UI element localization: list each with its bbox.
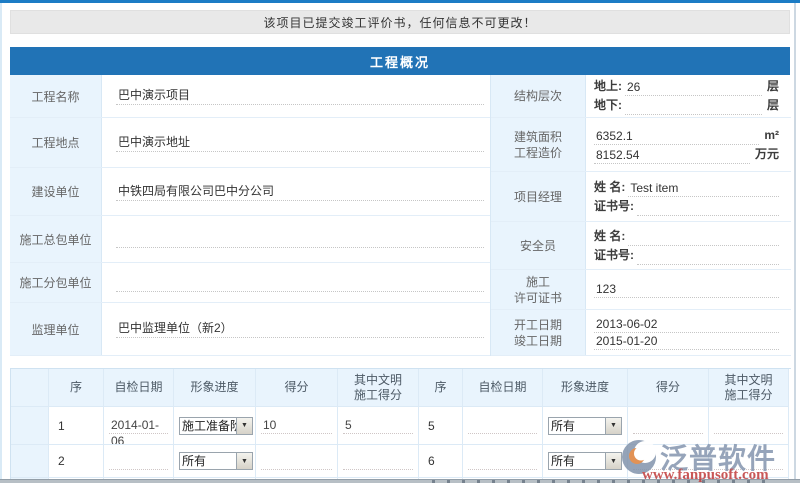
project-info-left: 工程名称 巴中演示项目 工程地点 巴中演示地址 建设单位 中铁四局有限公司巴中分… bbox=[10, 75, 490, 356]
safety-officer-name-field[interactable] bbox=[628, 229, 779, 246]
field-label: 结构层次 bbox=[491, 75, 586, 117]
locked-notice-banner: 该项目已提交竣工评价书，任何信息不可更改！ bbox=[10, 10, 790, 34]
column-header-score: 得分 bbox=[256, 369, 338, 407]
column-header-civility: 其中文明 施工得分 bbox=[709, 369, 789, 407]
form-row-project-name: 工程名称 巴中演示项目 bbox=[10, 75, 490, 118]
construction-permit-field[interactable]: 123 bbox=[594, 281, 779, 298]
field-label: 建筑面积 工程造价 bbox=[491, 118, 586, 171]
completion-date-field[interactable]: 2015-01-20 bbox=[594, 333, 779, 350]
progress-select[interactable]: 施工准备阶段 ▼ bbox=[179, 417, 253, 435]
seq-cell: 1 bbox=[49, 407, 104, 445]
form-row-project-location: 工程地点 巴中演示地址 bbox=[10, 118, 490, 168]
dropdown-arrow-icon: ▼ bbox=[236, 418, 252, 434]
self-check-date-field[interactable] bbox=[468, 453, 537, 470]
field-label: 施工总包单位 bbox=[10, 216, 102, 262]
self-check-date-field[interactable]: 2014-01-06 bbox=[109, 417, 168, 434]
section-header: 工程概况 bbox=[10, 47, 790, 75]
column-header-seq: 序 bbox=[419, 369, 463, 407]
floors-below-field[interactable] bbox=[625, 98, 762, 115]
building-area-field[interactable]: 6352.1 bbox=[594, 128, 759, 145]
field-label: 工程地点 bbox=[10, 118, 102, 167]
dropdown-arrow-icon: ▼ bbox=[236, 453, 252, 469]
form-row-supervision-unit: 监理单位 巴中监理单位（新2） bbox=[10, 303, 490, 356]
seq-cell: 6 bbox=[419, 445, 463, 478]
form-row-subcontractor: 施工分包单位 bbox=[10, 263, 490, 303]
project-cost-field[interactable]: 8152.54 bbox=[594, 147, 750, 164]
section-title: 工程概况 bbox=[370, 52, 430, 71]
header-corner-cell bbox=[11, 369, 49, 407]
form-row-construction-permit: 施工 许可证书 123 bbox=[491, 270, 791, 310]
form-row-safety-officer: 安全员 姓 名: 证书号: bbox=[491, 222, 791, 270]
column-header-date: 自检日期 bbox=[104, 369, 174, 407]
column-header-civility: 其中文明 施工得分 bbox=[338, 369, 419, 407]
civility-score-field[interactable] bbox=[714, 417, 783, 434]
floors-above-field[interactable]: 26 bbox=[625, 79, 762, 96]
page-right-border bbox=[794, 3, 796, 479]
project-name-field[interactable]: 巴中演示项目 bbox=[116, 87, 484, 105]
safety-officer-certificate-field[interactable] bbox=[637, 248, 779, 265]
field-label: 施工 许可证书 bbox=[491, 270, 586, 309]
page-top-border bbox=[0, 0, 800, 3]
manager-name-field[interactable]: Test item bbox=[628, 180, 779, 197]
civility-score-field[interactable]: 5 bbox=[343, 417, 413, 434]
supervision-unit-field[interactable]: 巴中监理单位（新2） bbox=[116, 320, 484, 338]
seq-cell: 2 bbox=[49, 445, 104, 478]
start-date-field[interactable]: 2013-06-02 bbox=[594, 316, 779, 333]
page-left-border bbox=[0, 3, 2, 483]
field-label: 施工分包单位 bbox=[10, 263, 102, 302]
dropdown-arrow-icon: ▼ bbox=[605, 418, 621, 434]
field-label: 工程名称 bbox=[10, 75, 102, 117]
form-row-general-contractor: 施工总包单位 bbox=[10, 216, 490, 263]
column-header-seq: 序 bbox=[49, 369, 104, 407]
self-check-date-field[interactable] bbox=[468, 417, 537, 434]
civility-score-field[interactable] bbox=[343, 453, 413, 470]
field-label: 建设单位 bbox=[10, 168, 102, 215]
manager-certificate-field[interactable] bbox=[637, 199, 779, 216]
field-label: 安全员 bbox=[491, 222, 586, 269]
field-label: 项目经理 bbox=[491, 172, 586, 221]
construction-owner-field[interactable]: 中铁四局有限公司巴中分公司 bbox=[116, 183, 484, 201]
project-overview-page: 该项目已提交竣工评价书，任何信息不可更改！ 工程概况 工程名称 巴中演示项目 工… bbox=[0, 0, 800, 483]
form-row-project-manager: 项目经理 姓 名: Test item 证书号: bbox=[491, 172, 791, 222]
column-header-progress: 形象进度 bbox=[174, 369, 256, 407]
field-label: 监理单位 bbox=[10, 303, 102, 355]
form-row-area-cost: 建筑面积 工程造价 6352.1 m² 8152.54 万元 bbox=[491, 118, 791, 172]
watermark-url-text: www.fanpusoft.com bbox=[642, 467, 769, 483]
score-field[interactable] bbox=[633, 417, 703, 434]
column-header-progress: 形象进度 bbox=[543, 369, 628, 407]
row-gutter-cell bbox=[11, 445, 49, 478]
field-label: 开工日期 竣工日期 bbox=[491, 310, 586, 355]
project-info-right: 结构层次 地上: 26 层 地下: 层 建筑面积 工程造价 bbox=[490, 75, 791, 356]
watermark: 泛普软件 www.fanpusoft.com bbox=[614, 437, 794, 482]
progress-select[interactable]: 所有 ▼ bbox=[179, 452, 253, 470]
form-row-construction-owner: 建设单位 中铁四局有限公司巴中分公司 bbox=[10, 168, 490, 216]
general-contractor-field[interactable] bbox=[116, 230, 484, 248]
form-row-dates: 开工日期 竣工日期 2013-06-02 2015-01-20 bbox=[491, 310, 791, 356]
column-header-score: 得分 bbox=[628, 369, 709, 407]
column-header-date: 自检日期 bbox=[463, 369, 543, 407]
project-location-field[interactable]: 巴中演示地址 bbox=[116, 134, 484, 152]
notice-text: 该项目已提交竣工评价书，任何信息不可更改！ bbox=[263, 14, 536, 31]
score-field[interactable] bbox=[261, 453, 332, 470]
form-row-structure-levels: 结构层次 地上: 26 层 地下: 层 bbox=[491, 75, 791, 118]
subcontractor-field[interactable] bbox=[116, 274, 484, 292]
seq-cell: 5 bbox=[419, 407, 463, 445]
progress-select[interactable]: 所有 ▼ bbox=[548, 417, 622, 435]
self-check-date-field[interactable] bbox=[109, 453, 168, 470]
score-field[interactable]: 10 bbox=[261, 417, 332, 434]
progress-select[interactable]: 所有 ▼ bbox=[548, 452, 622, 470]
row-gutter-cell bbox=[11, 407, 49, 445]
